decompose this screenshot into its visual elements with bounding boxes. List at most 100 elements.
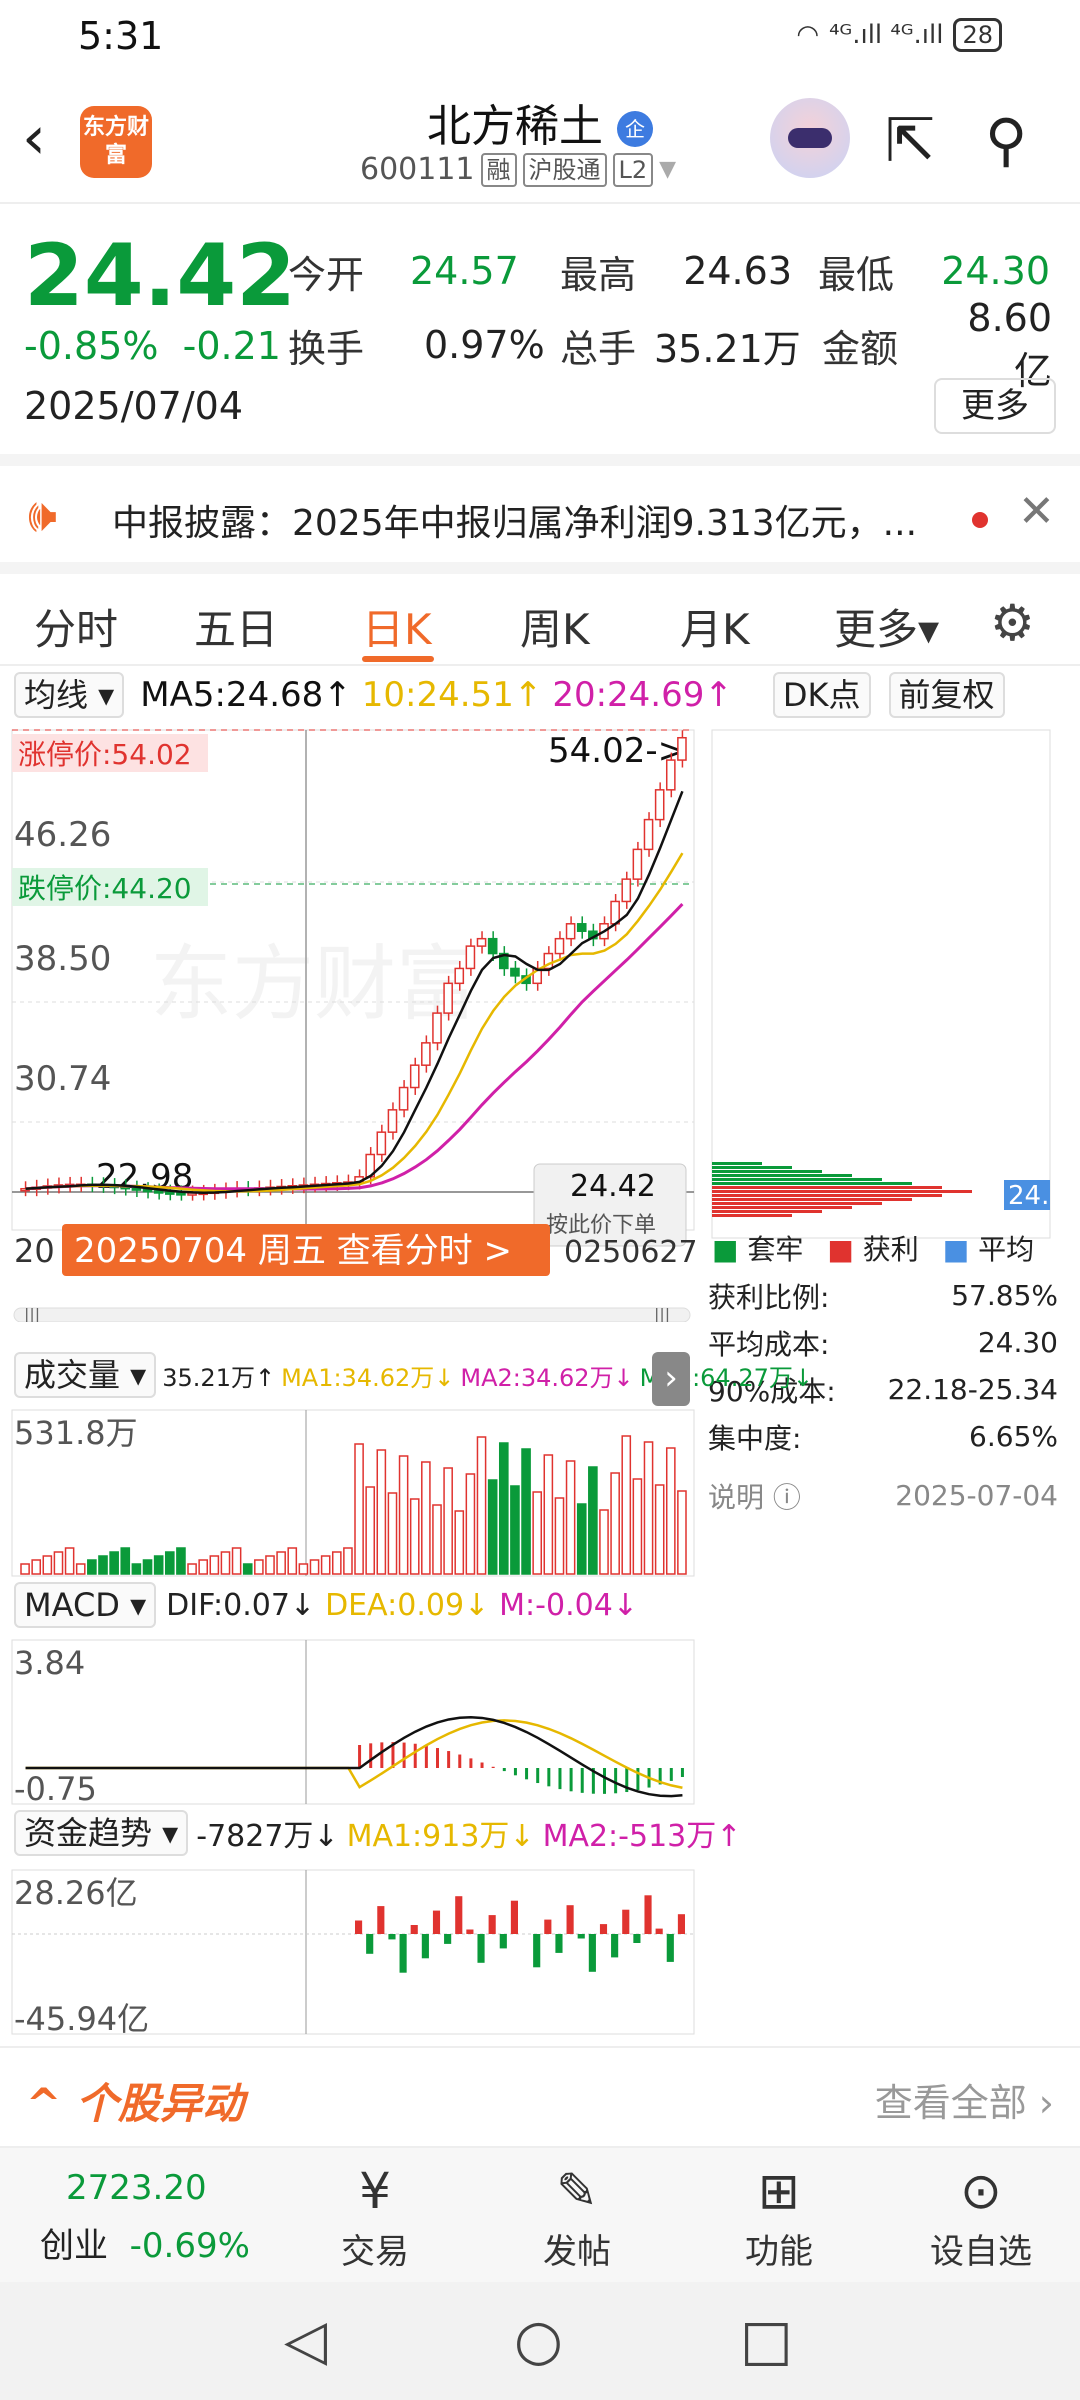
- watermark: 东方财富: [150, 937, 478, 1032]
- volume-bar: [510, 1485, 520, 1575]
- chip-note-row[interactable]: 说明 ⓘ 2025-07-04: [708, 1472, 1058, 1519]
- tab-more[interactable]: 更多▾: [834, 596, 939, 657]
- volume-bar: [298, 1563, 309, 1575]
- alert-title: ^ 个股异动: [26, 2079, 244, 2128]
- quote-row-2: 换手 0.97% 总手 35.21万 金额 8.60亿: [288, 296, 1068, 393]
- volume-bar: [643, 1441, 654, 1575]
- back-triangle-icon[interactable]: ◁: [284, 2308, 327, 2373]
- volume-bar: [532, 1491, 543, 1575]
- assistant-avatar-icon[interactable]: [770, 98, 850, 178]
- scroll-handle-right: |||: [654, 1305, 670, 1322]
- candle: [387, 1109, 398, 1133]
- volume-bar: [588, 1466, 598, 1575]
- adjust-button[interactable]: 前复权: [888, 672, 1005, 718]
- nav-add-watchlist[interactable]: ⊙ 设自选: [916, 2158, 1046, 2273]
- field-low: 24.30: [941, 249, 1050, 293]
- tab-intraday[interactable]: 分时: [34, 596, 118, 657]
- close-icon[interactable]: ✕: [1018, 486, 1055, 537]
- index-change: -0.69%: [129, 2226, 250, 2266]
- gear-icon[interactable]: ⚙: [990, 594, 1035, 652]
- status-icons: ◠ ⁴ᴳ.ıll ⁴ᴳ.ıll 28: [796, 18, 1002, 52]
- volume-bar: [87, 1559, 97, 1575]
- chip-bar: [712, 1190, 972, 1193]
- dk-point-button[interactable]: DK点: [772, 672, 871, 718]
- field-volume: 35.21万: [654, 326, 801, 371]
- tab-five-day[interactable]: 五日: [194, 596, 278, 657]
- ma20-value: 20:24.69↑: [552, 675, 733, 715]
- stock-name: 北方稀土: [427, 101, 603, 152]
- active-tab-indicator: [362, 656, 434, 662]
- fund-bar: [432, 1910, 441, 1934]
- fund-bar: [566, 1905, 574, 1934]
- fund-y-bottom: -45.94亿: [14, 2000, 149, 2036]
- chip-frame: [711, 729, 1051, 1239]
- chip-stat-row: 集中度: 6.65%: [708, 1420, 1058, 1455]
- candle: [465, 945, 476, 970]
- nav-trade[interactable]: ¥ 交易: [310, 2158, 440, 2273]
- field-turnover: 0.97%: [424, 323, 545, 367]
- fund-bar: [633, 1934, 641, 1943]
- volume-bar: [576, 1503, 587, 1575]
- expand-arrow-icon[interactable]: ›: [652, 1352, 690, 1406]
- stock-alert-section[interactable]: ^ 个股异动 查看全部 ›: [0, 2046, 1080, 2146]
- volume-bar: [242, 1563, 253, 1575]
- indicator-selector[interactable]: 均线 ▾: [14, 672, 125, 718]
- volume-bar: [354, 1443, 364, 1575]
- grid-icon: ⊞: [758, 2162, 800, 2220]
- index-widget[interactable]: 2723.20 创业 -0.69%: [40, 2168, 280, 2267]
- fund-bar: [677, 1914, 685, 1934]
- search-icon[interactable]: ⚲: [985, 106, 1027, 174]
- kline-scrollbar: [13, 1307, 691, 1322]
- chip-bar: [712, 1166, 792, 1169]
- chip-bar: [712, 1182, 912, 1185]
- x-axis-right: 0250627: [564, 1235, 698, 1270]
- macd-selector[interactable]: MACD ▾: [14, 1582, 157, 1628]
- volume-bar: [287, 1547, 298, 1575]
- macd-dif: DIF:0.07↓: [166, 1587, 316, 1623]
- more-button[interactable]: 更多: [934, 378, 1056, 434]
- nav-post[interactable]: ✎ 发帖: [512, 2158, 642, 2273]
- news-text[interactable]: 中报披露：2025年中报归属净利润9.313亿元，...: [112, 494, 932, 546]
- candle: [677, 736, 687, 761]
- chevron-right-icon: ›: [1038, 2081, 1054, 2125]
- candle: [176, 1192, 186, 1196]
- candle: [142, 1188, 153, 1193]
- tab-monthly-k[interactable]: 月K: [680, 596, 750, 657]
- field-label: 最低: [818, 252, 895, 297]
- dropdown-icon[interactable]: ▼: [659, 157, 676, 182]
- y-tick-label: 30.74: [14, 1059, 111, 1099]
- view-all-link[interactable]: 查看全部 ›: [875, 2072, 1054, 2127]
- home-circle-icon[interactable]: ○: [514, 2308, 563, 2373]
- recents-square-icon[interactable]: □: [740, 2308, 793, 2373]
- candle: [164, 1191, 175, 1195]
- fund-y-top: 28.26亿: [14, 1874, 138, 1912]
- wifi-icon: ◠: [796, 20, 820, 50]
- candle: [665, 759, 676, 791]
- volume-bar: [131, 1563, 142, 1575]
- volume-selector[interactable]: 成交量 ▾: [14, 1352, 157, 1398]
- fund-bar: [599, 1924, 608, 1934]
- period-tabs: 分时 五日 日K 周K 月K 更多▾ ⚙: [0, 562, 1080, 666]
- volume-bar: [621, 1435, 632, 1575]
- last-price: 24.42: [24, 226, 297, 326]
- fund-bar: [399, 1934, 407, 1973]
- candle: [565, 923, 576, 940]
- quote-fields: 今开 24.57 最高 24.63 最低 24.30 换手 0.97% 总手 3…: [288, 234, 1068, 393]
- volume-bar: [565, 1460, 576, 1575]
- fund-bar: [544, 1919, 552, 1934]
- stock-header: ‹ 东方财富 北方稀土 企 600111 融 沪股通 L2 ▼ ⇱ ⚲: [0, 70, 1080, 204]
- share-icon[interactable]: ⇱: [885, 106, 935, 176]
- signal-icon: ⁴ᴳ.ıll ⁴ᴳ.ıll: [829, 20, 944, 50]
- fund-bar: [477, 1934, 485, 1963]
- volume-bar: [120, 1547, 131, 1575]
- news-banner[interactable]: 🕪 中报披露：2025年中报归属净利润9.313亿元，... ✕: [0, 454, 1080, 562]
- volume-bar: [376, 1449, 387, 1575]
- fund-selector[interactable]: 资金趋势 ▾: [14, 1810, 189, 1856]
- chip-bar: [712, 1186, 942, 1189]
- volume-bar: [198, 1559, 209, 1575]
- legend-trapped: ■ 套牢: [712, 1233, 804, 1266]
- tab-daily-k[interactable]: 日K: [362, 596, 432, 657]
- tab-weekly-k[interactable]: 周K: [520, 596, 590, 657]
- volume-chart: 531.8万: [11, 1409, 695, 1577]
- nav-functions[interactable]: ⊞ 功能: [714, 2158, 844, 2273]
